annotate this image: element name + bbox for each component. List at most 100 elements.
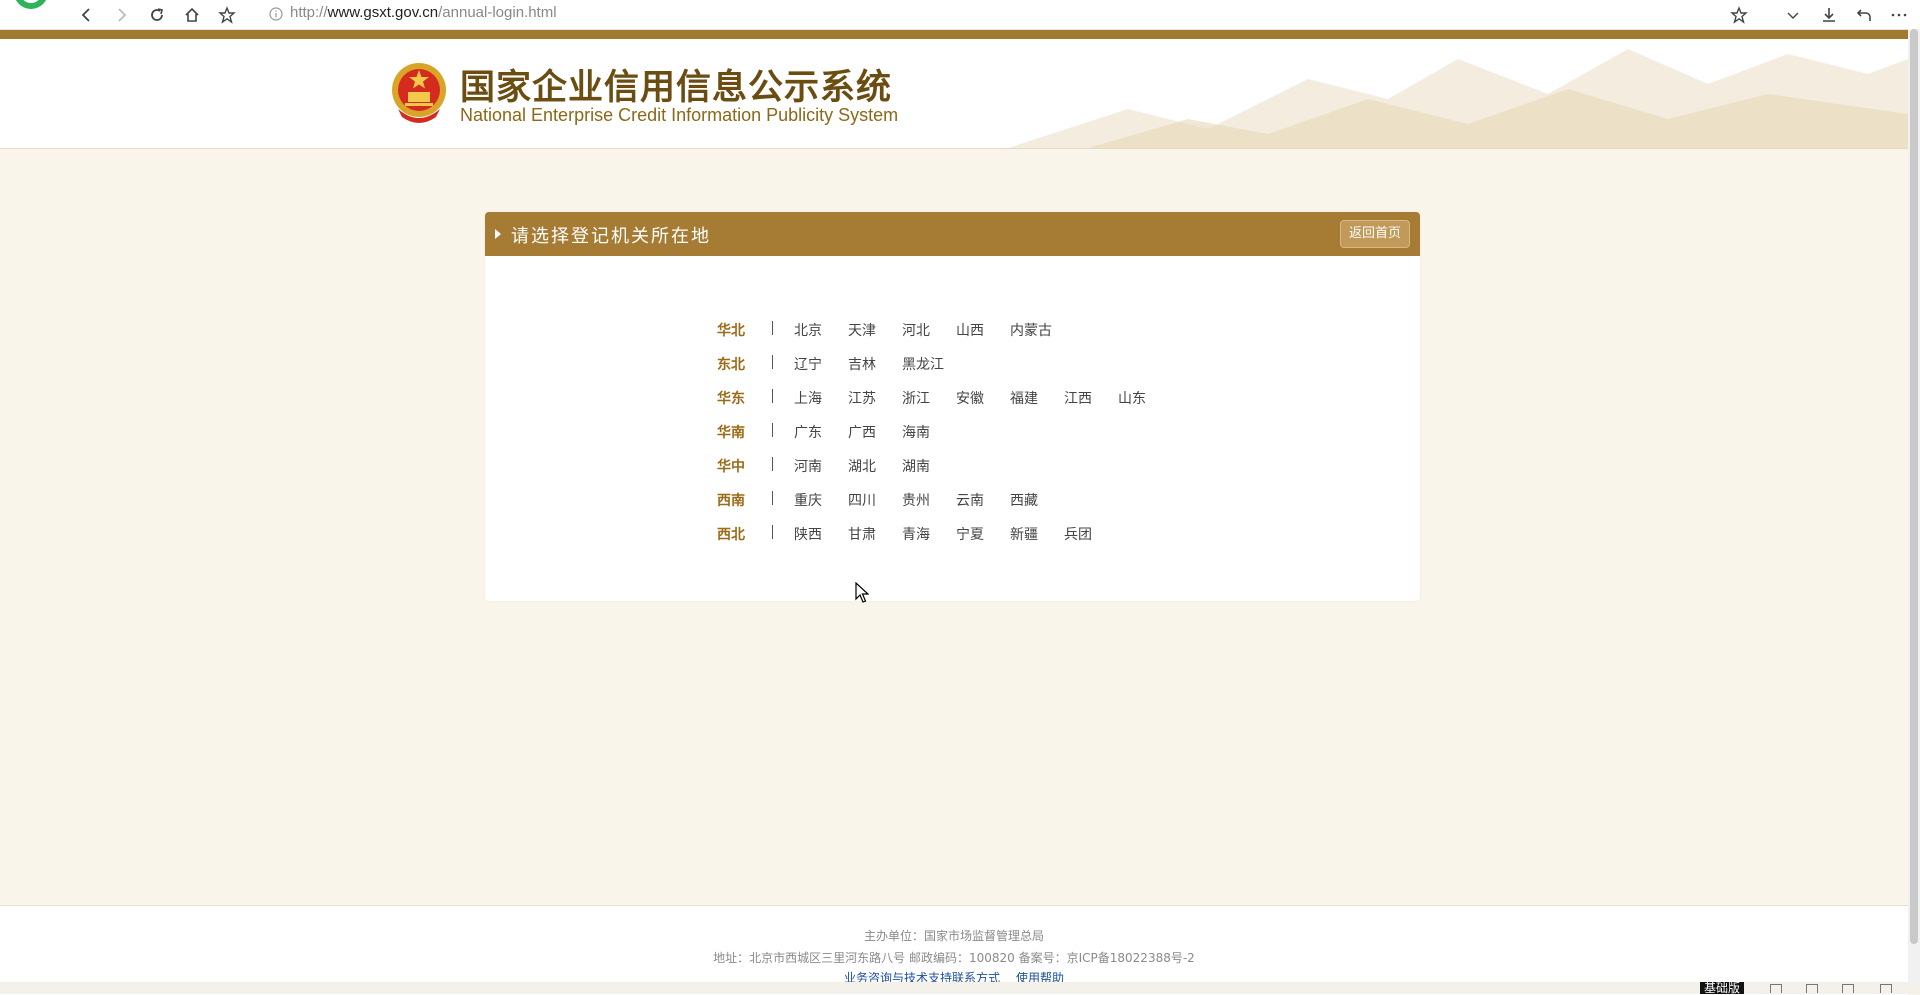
region-row-huabei: 华北 北京 天津 河北 山西 内蒙古 [717, 320, 1217, 354]
province-link[interactable]: 广东 [794, 422, 822, 442]
undo-button[interactable] [1851, 2, 1877, 28]
url-host: www.gsxt.gov.cn [327, 4, 439, 21]
province-link[interactable]: 广西 [848, 422, 876, 442]
url-protocol: http:// [290, 4, 328, 21]
browser-logo-icon [14, 0, 48, 12]
region-name: 西南 [717, 493, 745, 509]
star-icon [1730, 6, 1748, 24]
dropdown-button[interactable] [1780, 2, 1806, 28]
divider [772, 491, 773, 505]
back-button[interactable] [74, 2, 100, 28]
back-arrow-icon [81, 8, 90, 22]
reload-button[interactable] [144, 2, 170, 28]
taskbar [0, 982, 1920, 994]
province-link[interactable]: 河北 [902, 320, 930, 340]
province-link[interactable]: 山东 [1118, 388, 1146, 408]
province-link[interactable]: 福建 [1010, 388, 1038, 408]
province-link[interactable]: 内蒙古 [1010, 320, 1052, 340]
ime-mode-badge[interactable]: 基础版 [1700, 982, 1745, 994]
divider [772, 525, 773, 539]
province-link[interactable]: 贵州 [902, 490, 930, 510]
province-link[interactable]: 四川 [848, 490, 876, 510]
forward-button[interactable] [108, 2, 134, 28]
province-link[interactable]: 重庆 [794, 490, 822, 510]
province-link[interactable]: 辽宁 [794, 354, 822, 374]
header-top-border [0, 30, 1908, 39]
download-button[interactable] [1816, 2, 1842, 28]
province-link[interactable]: 海南 [902, 422, 930, 442]
back-home-button[interactable]: 返回首页 [1339, 220, 1410, 248]
province-link[interactable]: 兵团 [1064, 524, 1092, 544]
region-row-huazhong: 华中 河南 湖北 湖南 [717, 456, 1217, 490]
divider [772, 457, 773, 471]
national-emblem-icon [392, 63, 446, 123]
page-bookmark-button[interactable] [1726, 2, 1752, 28]
region-row-dongbei: 东北 辽宁 吉林 黑龙江 [717, 354, 1217, 388]
scrollbar-thumb[interactable] [1910, 29, 1918, 944]
caret-right-icon [495, 229, 501, 239]
bookmark-button[interactable] [214, 2, 240, 28]
site-title-chinese: 国家企业信用信息公示系统 [460, 67, 893, 108]
province-link[interactable]: 江苏 [848, 388, 876, 408]
reload-icon [151, 8, 163, 21]
province-link[interactable]: 青海 [902, 524, 930, 544]
region-select-panel: 请选择登记机关所在地 返回首页 华北 北京 天津 河北 山西 内蒙古 东北 辽宁… [485, 212, 1420, 601]
divider [772, 321, 773, 335]
tray-icon[interactable] [1770, 984, 1782, 993]
home-button[interactable] [179, 2, 205, 28]
site-title-english: National Enterprise Credit Information P… [460, 105, 899, 125]
region-row-xinan: 西南 重庆 四川 贵州 云南 西藏 [717, 490, 1217, 524]
province-link[interactable]: 浙江 [902, 388, 930, 408]
province-link[interactable]: 黑龙江 [902, 354, 944, 374]
province-link[interactable]: 安徽 [956, 388, 984, 408]
undo-icon [1856, 9, 1871, 21]
divider [772, 423, 773, 437]
province-link[interactable]: 甘肃 [848, 524, 876, 544]
divider [772, 355, 773, 369]
menu-button[interactable] [1886, 2, 1912, 28]
province-link[interactable]: 江西 [1064, 388, 1092, 408]
province-link[interactable]: 天津 [848, 320, 876, 340]
star-icon [218, 6, 236, 24]
chevron-down-icon [1787, 12, 1799, 19]
region-list: 华北 北京 天津 河北 山西 内蒙古 东北 辽宁 吉林 黑龙江 华东 上海 江苏… [717, 320, 1217, 558]
divider [772, 389, 773, 403]
notification-icon[interactable] [1880, 984, 1892, 993]
browser-toolbar: http://www.gsxt.gov.cn/annual-login.html [0, 0, 1920, 30]
region-row-huanan: 华南 广东 广西 海南 [717, 422, 1217, 456]
tray-icon[interactable] [1842, 984, 1854, 993]
footer-address: 地址：北京市西城区三里河东路八号 邮政编码：100820 备案号：京ICP备18… [713, 951, 1195, 965]
mouse-cursor-icon [855, 582, 869, 603]
site-header: 国家企业信用信息公示系统 National Enterprise Credit … [0, 39, 1908, 149]
province-link[interactable]: 湖北 [848, 456, 876, 476]
province-link[interactable]: 吉林 [848, 354, 876, 374]
more-dots-icon [1891, 13, 1907, 17]
province-link[interactable]: 北京 [794, 320, 822, 340]
download-icon [1823, 8, 1835, 22]
province-link[interactable]: 云南 [956, 490, 984, 510]
panel-header: 请选择登记机关所在地 返回首页 [485, 212, 1420, 256]
province-link[interactable]: 陕西 [794, 524, 822, 544]
region-name: 华北 [717, 323, 745, 339]
footer-sponsor: 主办单位：国家市场监督管理总局 [863, 929, 1044, 943]
mountain-background-image [1008, 49, 1908, 148]
speaker-icon[interactable] [1806, 984, 1818, 993]
province-link[interactable]: 西藏 [1010, 490, 1038, 510]
region-name: 华东 [717, 391, 745, 407]
province-link[interactable]: 上海 [794, 388, 822, 408]
home-icon [185, 7, 199, 22]
region-row-xibei: 西北 陕西 甘肃 青海 宁夏 新疆 兵团 [717, 524, 1217, 558]
page-scrollbar[interactable] [1908, 29, 1920, 982]
region-name: 西北 [717, 527, 745, 543]
province-link[interactable]: 宁夏 [956, 524, 984, 544]
forward-arrow-icon [118, 8, 127, 22]
province-link[interactable]: 山西 [956, 320, 984, 340]
address-bar[interactable]: http://www.gsxt.gov.cn/annual-login.html [290, 4, 557, 21]
province-link[interactable]: 新疆 [1010, 524, 1038, 544]
region-name: 东北 [717, 357, 745, 373]
province-link[interactable]: 河南 [794, 456, 822, 476]
panel-title: 请选择登记机关所在地 [511, 226, 711, 247]
province-link[interactable]: 湖南 [902, 456, 930, 476]
region-row-huadong: 华东 上海 江苏 浙江 安徽 福建 江西 山东 [717, 388, 1217, 422]
url-path: /annual-login.html [438, 4, 557, 21]
